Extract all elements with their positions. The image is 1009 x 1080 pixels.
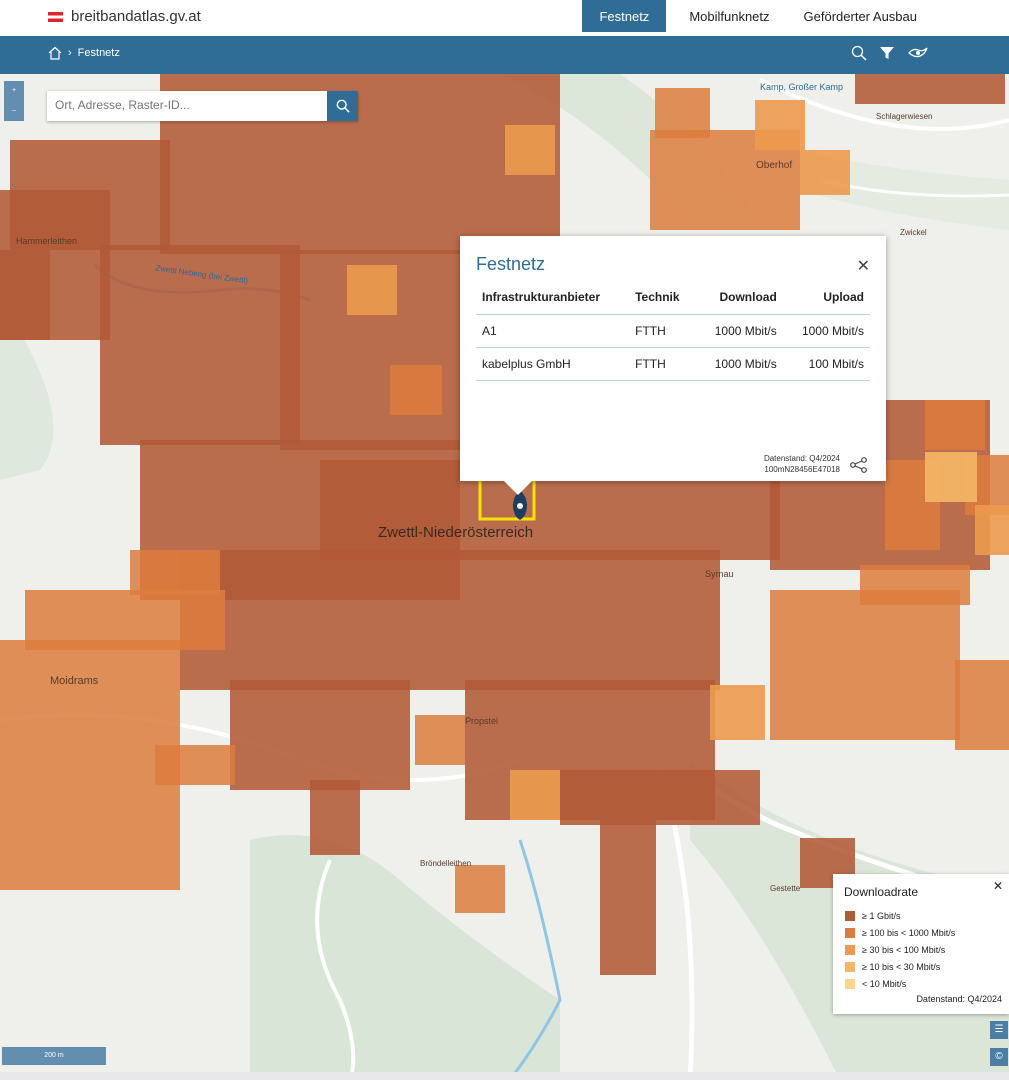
download-rate: 1000 Mbit/s — [695, 347, 783, 381]
download-rate: 1000 Mbit/s — [695, 314, 783, 348]
breadcrumb-current: Festnetz — [77, 47, 120, 59]
zoom-in-button[interactable]: + — [4, 81, 24, 101]
legend-item: ≥ 10 bis < 30 Mbit/s — [845, 958, 955, 975]
zoom-control[interactable]: + – — [4, 81, 24, 121]
table-row: A1 FTTH 1000 Mbit/s 1000 Mbit/s — [476, 314, 870, 348]
popup-footer: Datenstand: Q4/2024 100mN28456E47018 — [764, 453, 840, 475]
legend-swatch — [845, 961, 855, 972]
column-header-download: Download — [695, 284, 783, 315]
chevron-right-icon: › — [68, 47, 72, 59]
provider-table: Infrastrukturanbieter Technik Download U… — [476, 284, 870, 381]
popup-title: Festnetz — [476, 254, 546, 274]
legend-panel: Downloadrate ✕ ≥ 1 Gbit/s ≥ 100 bis < 10… — [833, 874, 1009, 1014]
top-header: breitbandatlas.gv.at Festnetz Mobilfunkn… — [0, 0, 1009, 36]
breadcrumb: › Festnetz — [48, 46, 120, 60]
legend-swatch — [845, 910, 855, 921]
search-icon[interactable] — [851, 45, 867, 61]
place-label-syrnau: Syrnau — [705, 569, 734, 579]
place-label-moidrams: Moidrams — [50, 675, 99, 687]
place-label-hammerleithen: Hammerleithen — [16, 236, 78, 246]
column-header-provider: Infrastrukturanbieter — [476, 284, 630, 315]
toolbar-icons — [851, 45, 929, 61]
technology: FTTH — [629, 314, 696, 348]
legend-swatch — [845, 944, 855, 955]
bottom-strip — [0, 1072, 1009, 1080]
close-icon[interactable]: ✕ — [993, 879, 1003, 893]
copyright-button[interactable]: © — [990, 1048, 1008, 1066]
nav-gefoerderter-ausbau[interactable]: Geförderter Ausbau — [787, 0, 934, 32]
nav-mobilfunknetz[interactable]: Mobilfunknetz — [672, 0, 786, 32]
popup-data-date: Datenstand: Q4/2024 — [763, 454, 840, 463]
column-header-upload: Upload — [782, 284, 870, 315]
legend-item: ≥ 1 Gbit/s — [845, 907, 955, 924]
place-label-zwickel: Zwickel — [900, 228, 927, 237]
table-header-row: Infrastrukturanbieter Technik Download U… — [476, 284, 870, 315]
scale-bar: 200 m — [2, 1047, 106, 1065]
legend-label: ≥ 10 bis < 30 Mbit/s — [862, 961, 941, 972]
city-label: Zwettl-Niederösterreich — [378, 524, 534, 541]
legend-title: Downloadrate — [844, 885, 919, 899]
legend-toggle-button[interactable]: ☰ — [990, 1021, 1008, 1039]
legend-swatch — [845, 978, 855, 989]
place-label-schlagerwiesen: Schlagerwiesen — [876, 112, 933, 121]
home-icon[interactable] — [48, 46, 62, 60]
upload-rate: 100 Mbit/s — [782, 347, 870, 381]
share-icon[interactable] — [850, 457, 868, 473]
provider-name: A1 — [476, 314, 630, 348]
filter-icon[interactable] — [879, 45, 895, 61]
legend-item: ≥ 30 bis < 100 Mbit/s — [845, 941, 955, 958]
provider-name: kabelplus GmbH — [476, 347, 630, 381]
location-icon[interactable] — [907, 45, 929, 61]
legend-data-date: Datenstand: Q4/2024 — [916, 994, 1002, 1004]
site-logo[interactable]: breitbandatlas.gv.at — [48, 8, 201, 25]
place-label-kamp: Kamp, Großer Kamp — [760, 82, 844, 92]
search-input[interactable] — [47, 91, 333, 119]
popup-pointer — [504, 481, 532, 495]
info-popup: Festnetz ✕ Infrastrukturanbieter Technik… — [460, 236, 886, 495]
legend-label: ≥ 30 bis < 100 Mbit/s — [862, 944, 946, 955]
legend-label: < 10 Mbit/s — [862, 978, 907, 989]
logo-text: breitbandatlas.gv.at — [71, 8, 201, 25]
toolbar: › Festnetz — [0, 36, 1009, 74]
search-button[interactable] — [327, 91, 358, 121]
place-label-propstei: Propstei — [465, 716, 499, 726]
place-label-broendelleithen: Bröndelleithen — [420, 859, 472, 868]
search-icon — [336, 99, 350, 113]
legend-label: ≥ 1 Gbit/s — [862, 910, 901, 921]
technology: FTTH — [629, 347, 696, 381]
upload-rate: 1000 Mbit/s — [782, 314, 870, 348]
nav-festnetz[interactable]: Festnetz — [582, 0, 667, 32]
legend-item: ≥ 100 bis < 1000 Mbit/s — [845, 924, 955, 941]
raster-id: 100mN28456E47018 — [764, 465, 840, 474]
legend-item: < 10 Mbit/s — [845, 975, 955, 992]
main-nav: Festnetz Mobilfunknetz Geförderter Ausba… — [582, 0, 1009, 36]
map-search — [47, 91, 358, 121]
legend-swatch — [845, 927, 855, 938]
place-label-oberhof: Oberhof — [756, 160, 793, 171]
legend-label: ≥ 100 bis < 1000 Mbit/s — [862, 927, 956, 938]
zoom-out-button[interactable]: – — [4, 101, 24, 121]
legend-items: ≥ 1 Gbit/s ≥ 100 bis < 1000 Mbit/s ≥ 30 … — [845, 907, 955, 992]
austria-flag-icon — [48, 11, 63, 22]
column-header-technik: Technik — [629, 284, 696, 315]
place-label-gestette: Gestette — [770, 884, 801, 893]
close-icon[interactable]: ✕ — [857, 256, 870, 276]
table-row: kabelplus GmbH FTTH 1000 Mbit/s 100 Mbit… — [476, 347, 870, 381]
